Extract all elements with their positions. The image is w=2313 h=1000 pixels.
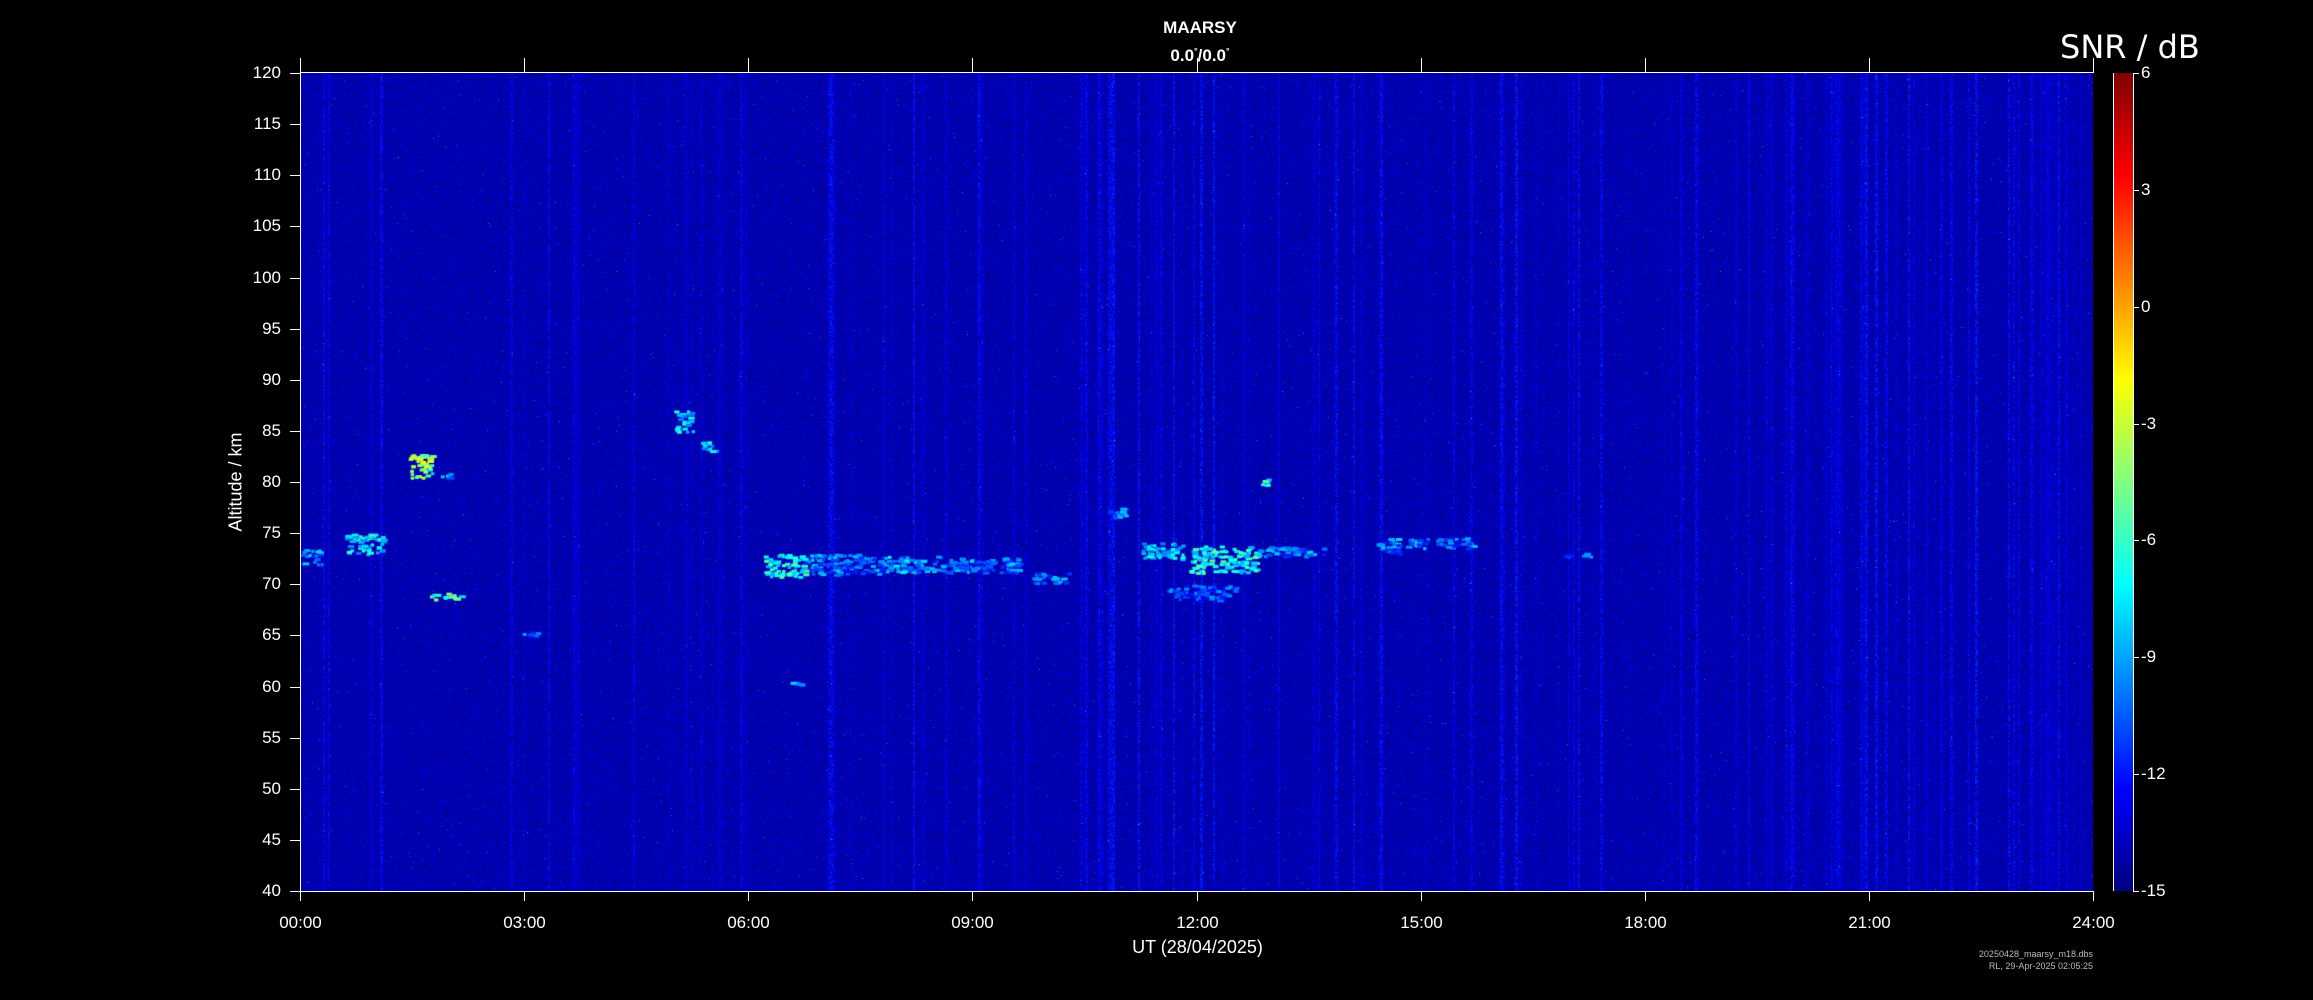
y-tick-label: 55 xyxy=(262,727,281,747)
y-tick-label: 95 xyxy=(262,318,281,338)
x-axis-label: UT (28/04/2025) xyxy=(1132,937,1263,957)
colorbar-tick-label: 0 xyxy=(2141,296,2151,316)
y-tick-label: 70 xyxy=(262,573,281,593)
colorbar-tick-label: 6 xyxy=(2141,62,2151,82)
y-tick-label: 45 xyxy=(262,829,281,849)
colorbar-tick-label: -9 xyxy=(2141,646,2157,666)
y-tick-label: 120 xyxy=(252,62,281,82)
y-tick-label: 50 xyxy=(262,778,281,798)
file-name: 20250428_maarsy_m18.dbs xyxy=(1978,949,2093,959)
y-tick-label: 110 xyxy=(253,164,281,184)
y-tick-label: 105 xyxy=(252,215,281,235)
axes-frame xyxy=(290,58,2139,901)
colorbar-tick-label: 3 xyxy=(2141,179,2151,199)
x-tick-label: 24:00 xyxy=(2072,913,2115,932)
x-tick-label: 15:00 xyxy=(1400,913,1443,932)
y-tick-label: 60 xyxy=(262,676,281,696)
x-tick-label: 09:00 xyxy=(951,913,994,932)
x-tick-label: 18:00 xyxy=(1624,913,1667,932)
x-tick-label: 03:00 xyxy=(503,913,546,932)
colorbar-tick-label: -12 xyxy=(2141,763,2166,783)
colorbar-tick-label: -3 xyxy=(2141,413,2157,433)
y-tick-label: 65 xyxy=(262,624,281,644)
x-tick-label: 00:00 xyxy=(279,913,322,932)
x-tick-label: 21:00 xyxy=(1848,913,1891,932)
processing-stamp: RL, 29-Apr-2025 02:05:25 xyxy=(1988,961,2093,971)
colorbar-tick-label: -6 xyxy=(2141,529,2157,549)
x-tick-label: 06:00 xyxy=(727,913,770,932)
y-tick-label: 115 xyxy=(253,113,281,133)
x-tick-label: 12:00 xyxy=(1176,913,1219,932)
y-tick-label: 90 xyxy=(262,369,281,389)
file-info: 20250428_maarsy_m18.dbs RL, 29-Apr-2025 … xyxy=(1900,948,2093,972)
y-tick-label: 100 xyxy=(252,267,281,287)
colorbar-tick-label: -15 xyxy=(2141,880,2166,900)
y-tick-label: 40 xyxy=(262,880,281,900)
